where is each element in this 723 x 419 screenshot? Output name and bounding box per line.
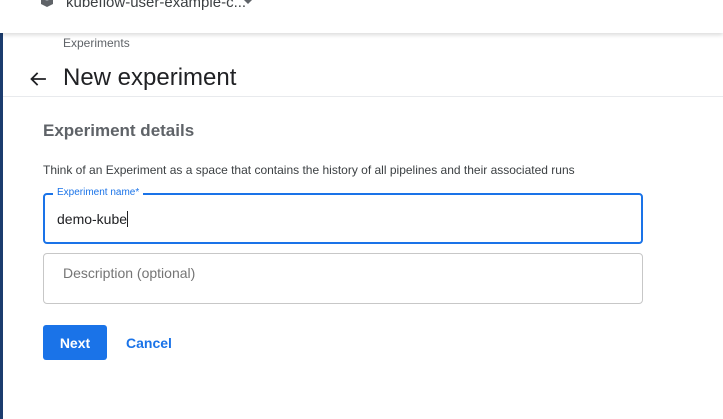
experiment-name-field[interactable]: Experiment name* demo-kube	[43, 187, 643, 244]
description-placeholder: Description (optional)	[63, 265, 196, 281]
experiment-name-input[interactable]: demo-kube	[57, 211, 129, 227]
top-bar: kubeflow-user-example-c...	[0, 0, 723, 33]
namespace-selector[interactable]: kubeflow-user-example-c...	[66, 0, 246, 11]
title-divider	[3, 96, 723, 97]
caret-down-icon[interactable]	[243, 0, 253, 4]
text-cursor	[127, 211, 129, 227]
experiment-name-value: demo-kube	[57, 211, 128, 227]
experiment-name-label: Experiment name*	[53, 187, 144, 198]
next-button[interactable]: Next	[43, 325, 107, 360]
cancel-button[interactable]: Cancel	[126, 335, 172, 351]
section-description: Think of an Experiment as a space that c…	[43, 163, 575, 177]
page-title: New experiment	[63, 64, 237, 91]
section-title: Experiment details	[43, 121, 195, 140]
breadcrumb[interactable]: Experiments	[63, 36, 130, 50]
description-field[interactable]: Description (optional)	[43, 253, 643, 304]
sidebar-edge	[0, 0, 3, 419]
arrow-left-icon[interactable]	[28, 69, 48, 89]
cube-icon	[40, 0, 54, 8]
